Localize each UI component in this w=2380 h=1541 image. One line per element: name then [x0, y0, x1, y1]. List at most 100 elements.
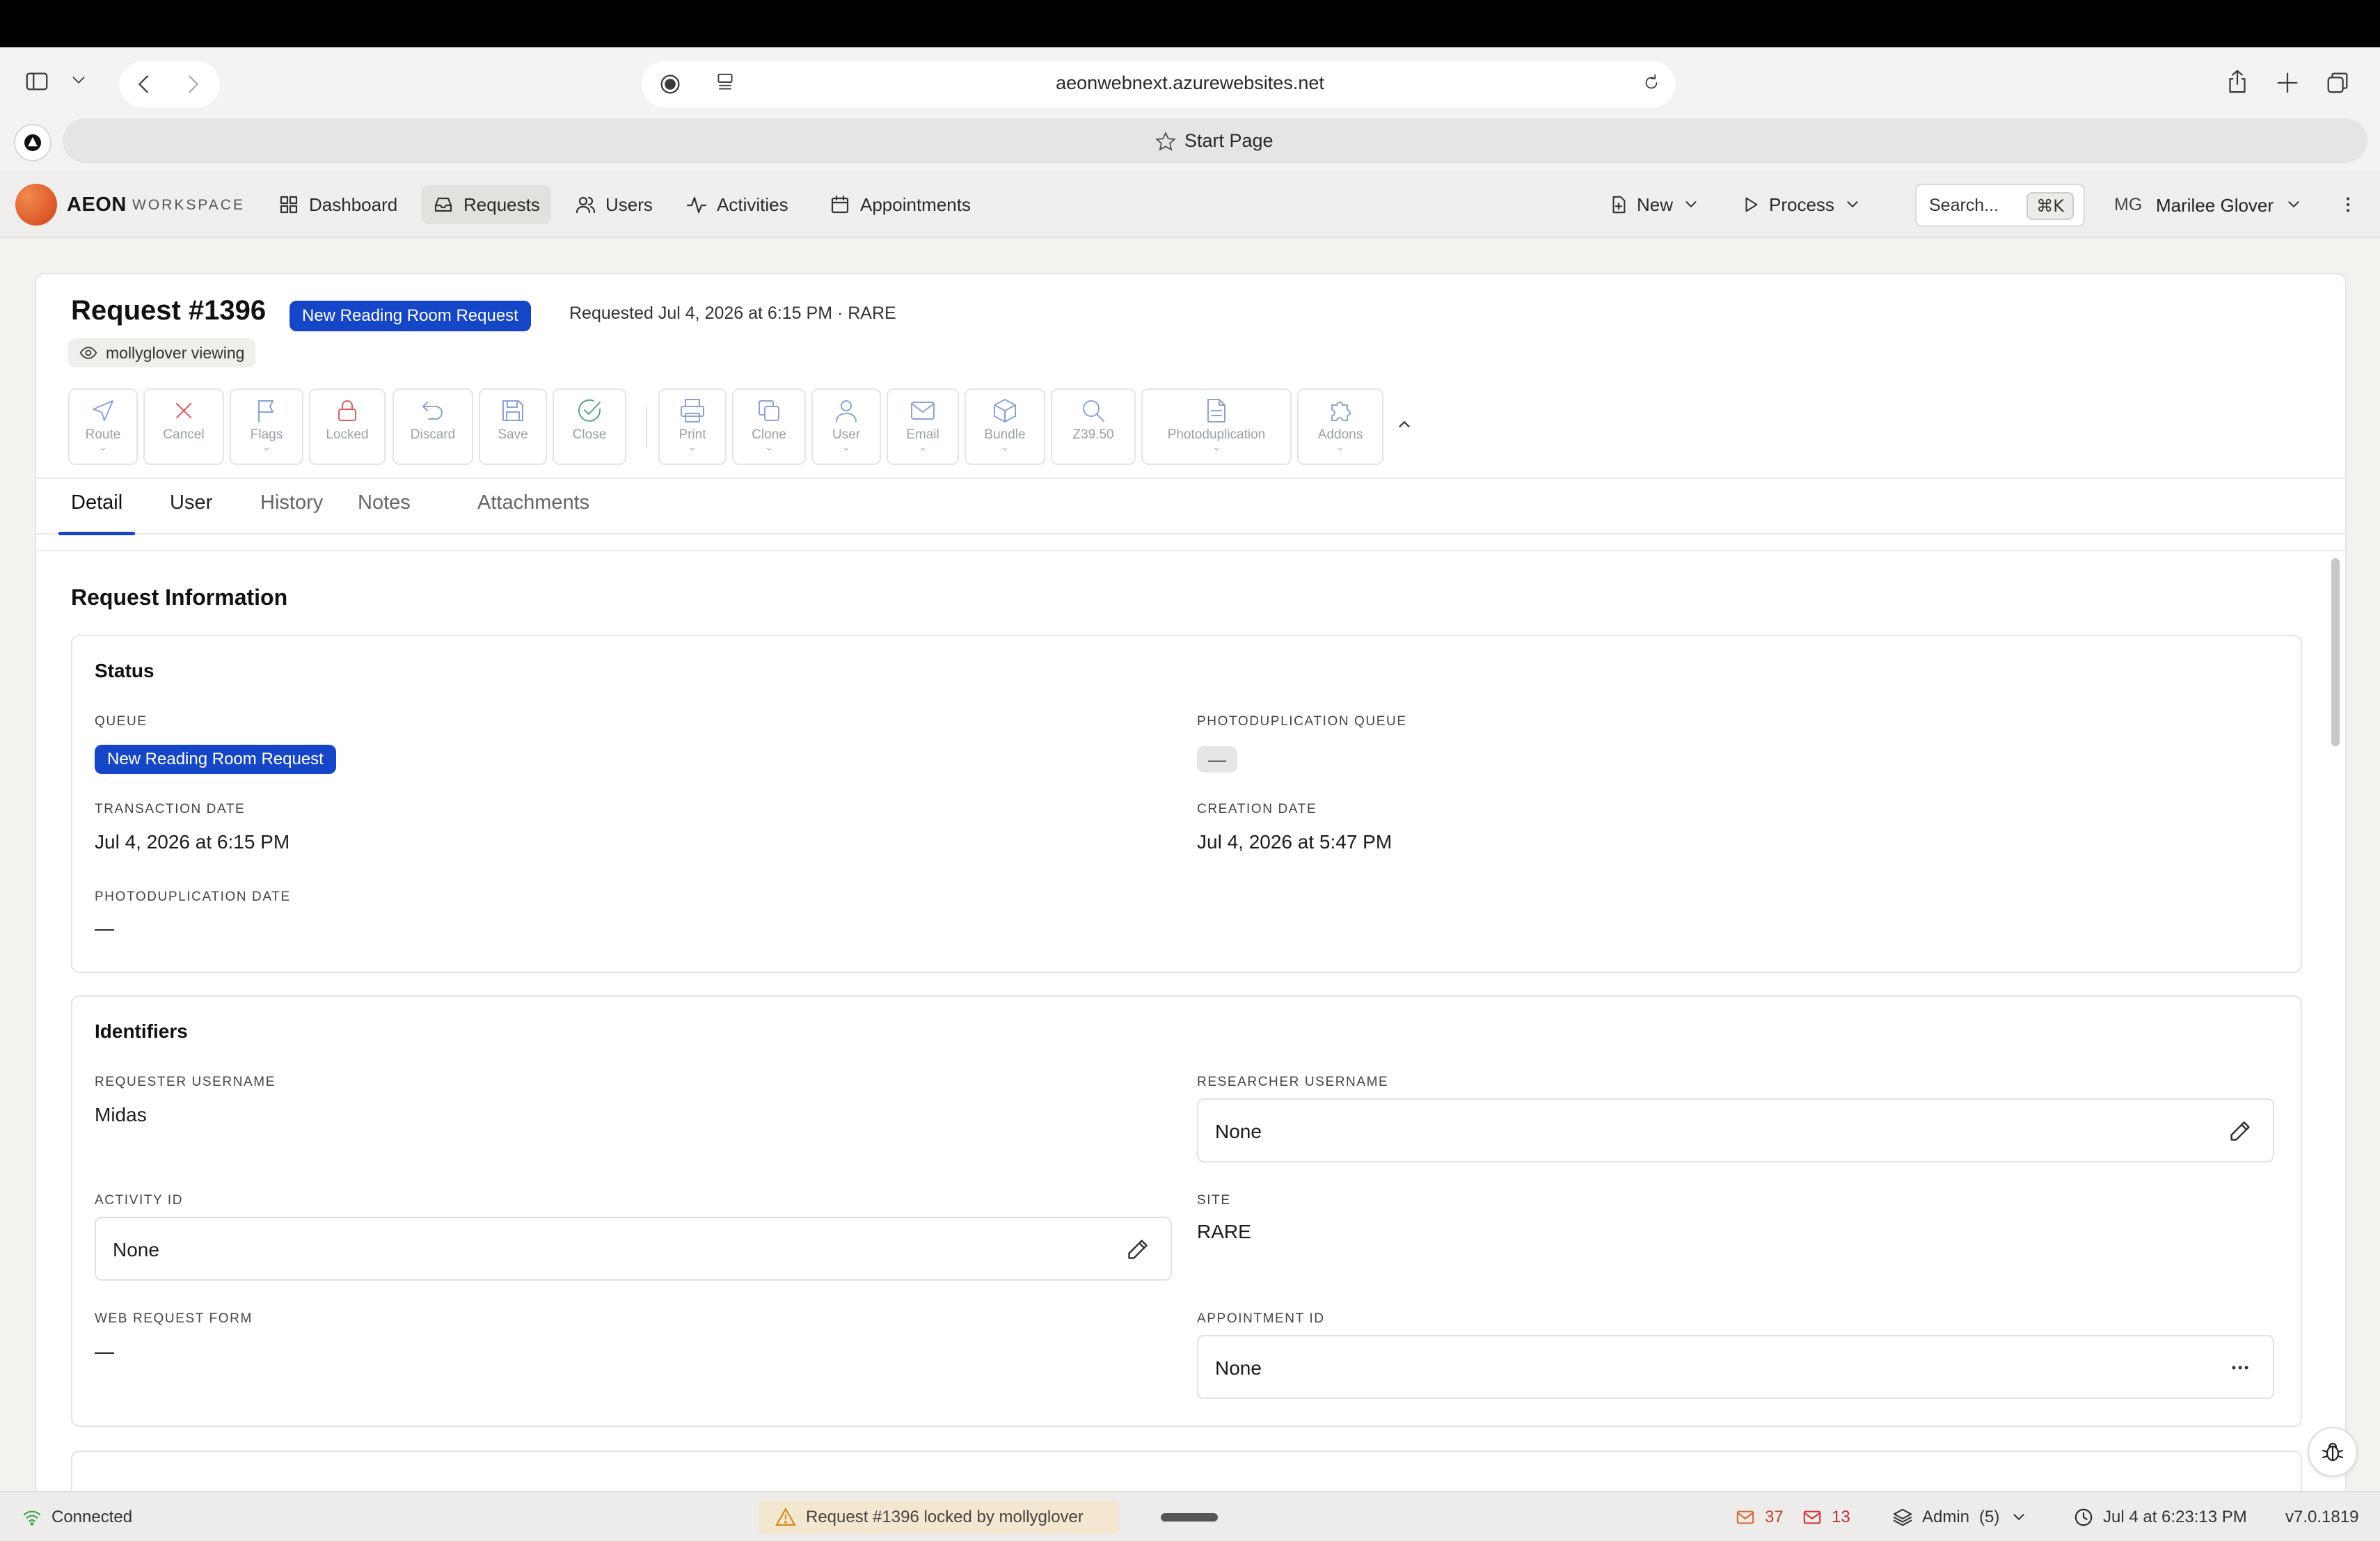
tab-attachments[interactable]: Attachments: [466, 491, 601, 514]
status-bar: Connected Request #1396 locked by mollyg…: [0, 1491, 2380, 1541]
addons-button[interactable]: Addons ⌄: [1297, 388, 1383, 465]
user-menu[interactable]: Marilee Glover: [2156, 195, 2274, 216]
chevron-down-icon: ⌄: [1001, 441, 1009, 452]
pencil-icon[interactable]: [2228, 1119, 2252, 1143]
search-input[interactable]: Search... ⌘K: [1915, 184, 2085, 227]
role-selector[interactable]: Admin (5): [1893, 1508, 2029, 1527]
scrollbar-thumb[interactable]: [2331, 558, 2340, 746]
collapse-toolbar-icon[interactable]: [1395, 415, 1414, 434]
appointment-id-value: None: [1215, 1357, 1262, 1379]
reload-icon[interactable]: [1641, 72, 1662, 93]
nav-label: Activities: [717, 193, 788, 215]
send-icon: [93, 400, 113, 421]
email-button[interactable]: Email ⌄: [887, 388, 959, 465]
tab-detail[interactable]: Detail: [60, 491, 134, 514]
star-icon: [1155, 131, 1176, 151]
chevron-down-icon: ⌄: [765, 441, 773, 452]
nav-appointments[interactable]: Appointments: [818, 185, 982, 224]
back-icon[interactable]: [131, 71, 157, 97]
forward-icon[interactable]: [180, 71, 206, 97]
nav-label: Dashboard: [309, 193, 398, 215]
role-count: (5): [1979, 1508, 2000, 1526]
process-button[interactable]: Process: [1733, 185, 1871, 224]
clone-button[interactable]: Clone ⌄: [732, 388, 806, 465]
resize-handle[interactable]: [1161, 1513, 1218, 1522]
sidebar-toggle-icon[interactable]: [24, 68, 50, 95]
email-label: Email: [906, 427, 939, 442]
nav-requests[interactable]: Requests: [422, 185, 551, 224]
aeon-logo[interactable]: [15, 184, 57, 226]
queue-value-badge: New Reading Room Request: [95, 745, 336, 774]
mail-count-1[interactable]: 37: [1736, 1508, 1784, 1527]
creation-date-label: CREATION DATE: [1197, 802, 1317, 816]
search-shortcut: ⌘K: [2026, 192, 2074, 220]
extension-icon[interactable]: [14, 124, 51, 161]
print-button[interactable]: Print ⌄: [658, 388, 727, 465]
bundle-button[interactable]: Bundle ⌄: [965, 388, 1045, 465]
activity-id-field[interactable]: None: [95, 1217, 1172, 1281]
more-vertical-icon[interactable]: [2330, 185, 2366, 224]
start-page-label[interactable]: Start Page: [1155, 130, 1274, 152]
x-icon: [176, 403, 191, 418]
cancel-label: Cancel: [163, 427, 205, 442]
lock-notice[interactable]: Request #1396 locked by mollyglover: [759, 1501, 1119, 1534]
close-label: Close: [572, 427, 607, 442]
active-tab-indicator: [58, 532, 135, 535]
discard-button[interactable]: Discard: [392, 388, 473, 465]
tabs-overview-icon[interactable]: [2324, 70, 2351, 96]
photoduplication-queue-label: PHOTODUPLICATION QUEUE: [1197, 714, 1407, 729]
tab-notes[interactable]: Notes: [347, 491, 422, 514]
mail-count-2[interactable]: 13: [1802, 1508, 1850, 1527]
more-horizontal-icon[interactable]: [2228, 1356, 2252, 1380]
new-file-icon: [1612, 196, 1626, 214]
viewing-text: mollyglover viewing: [106, 343, 245, 362]
play-icon: [1745, 197, 1758, 212]
tab-user[interactable]: User: [159, 491, 223, 514]
nav-dashboard[interactable]: Dashboard: [267, 185, 408, 224]
site-value: RARE: [1197, 1221, 1251, 1242]
photoduplication-label: Photoduplication: [1167, 427, 1266, 442]
nav-users[interactable]: Users: [564, 185, 664, 224]
print-label: Print: [679, 427, 706, 442]
flags-button[interactable]: Flags ⌄: [230, 388, 303, 465]
save-icon: [502, 400, 523, 421]
user-initials[interactable]: MG: [2114, 195, 2142, 215]
new-button[interactable]: New: [1601, 185, 1709, 224]
user-menu-chevron-icon[interactable]: [2276, 185, 2312, 224]
tab-history[interactable]: History: [249, 491, 334, 514]
start-page-text: Start Page: [1184, 130, 1274, 151]
clock-icon: [2074, 1508, 2093, 1526]
user-icon: [836, 400, 857, 422]
connection-status: Connected: [22, 1508, 132, 1527]
bug-report-button[interactable]: [2308, 1427, 2358, 1477]
clock-text: Jul 4 at 6:23:13 PM: [2103, 1508, 2247, 1526]
url-text[interactable]: aeonwebnext.azurewebsites.net: [919, 72, 1461, 94]
chevron-down-icon: ⌄: [688, 441, 697, 452]
user-button[interactable]: User ⌄: [811, 388, 881, 465]
new-tab-icon[interactable]: [2274, 70, 2301, 96]
chevron-down-icon[interactable]: [68, 70, 89, 90]
route-button[interactable]: Route ⌄: [68, 388, 138, 465]
appointment-id-field[interactable]: None: [1197, 1335, 2274, 1399]
save-button[interactable]: Save: [479, 388, 547, 465]
locked-button[interactable]: Locked: [309, 388, 386, 465]
nav-label: Users: [605, 193, 653, 215]
cancel-button[interactable]: Cancel: [143, 388, 224, 465]
photoduplication-button[interactable]: Photoduplication ⌄: [1141, 388, 1292, 465]
researcher-username-field[interactable]: None: [1197, 1098, 2274, 1162]
chevron-down-icon: ⌄: [919, 441, 927, 452]
pencil-icon[interactable]: [1126, 1238, 1150, 1261]
wifi-icon: [23, 1510, 41, 1526]
record-icon[interactable]: [657, 71, 683, 97]
activity-id-value: None: [113, 1239, 159, 1261]
printer-icon: [681, 399, 704, 422]
share-icon[interactable]: [2224, 68, 2251, 95]
tab-bar: Detail User History Notes Attachments: [36, 477, 2345, 535]
close-button[interactable]: Close: [553, 388, 626, 465]
nav-activities[interactable]: Activities: [675, 185, 800, 224]
mail-count-2-value: 13: [1832, 1508, 1850, 1526]
researcher-username-value: None: [1215, 1121, 1262, 1142]
users-icon: [576, 196, 596, 214]
z3950-button[interactable]: Z39.50: [1051, 388, 1136, 465]
reader-icon[interactable]: [714, 71, 736, 93]
